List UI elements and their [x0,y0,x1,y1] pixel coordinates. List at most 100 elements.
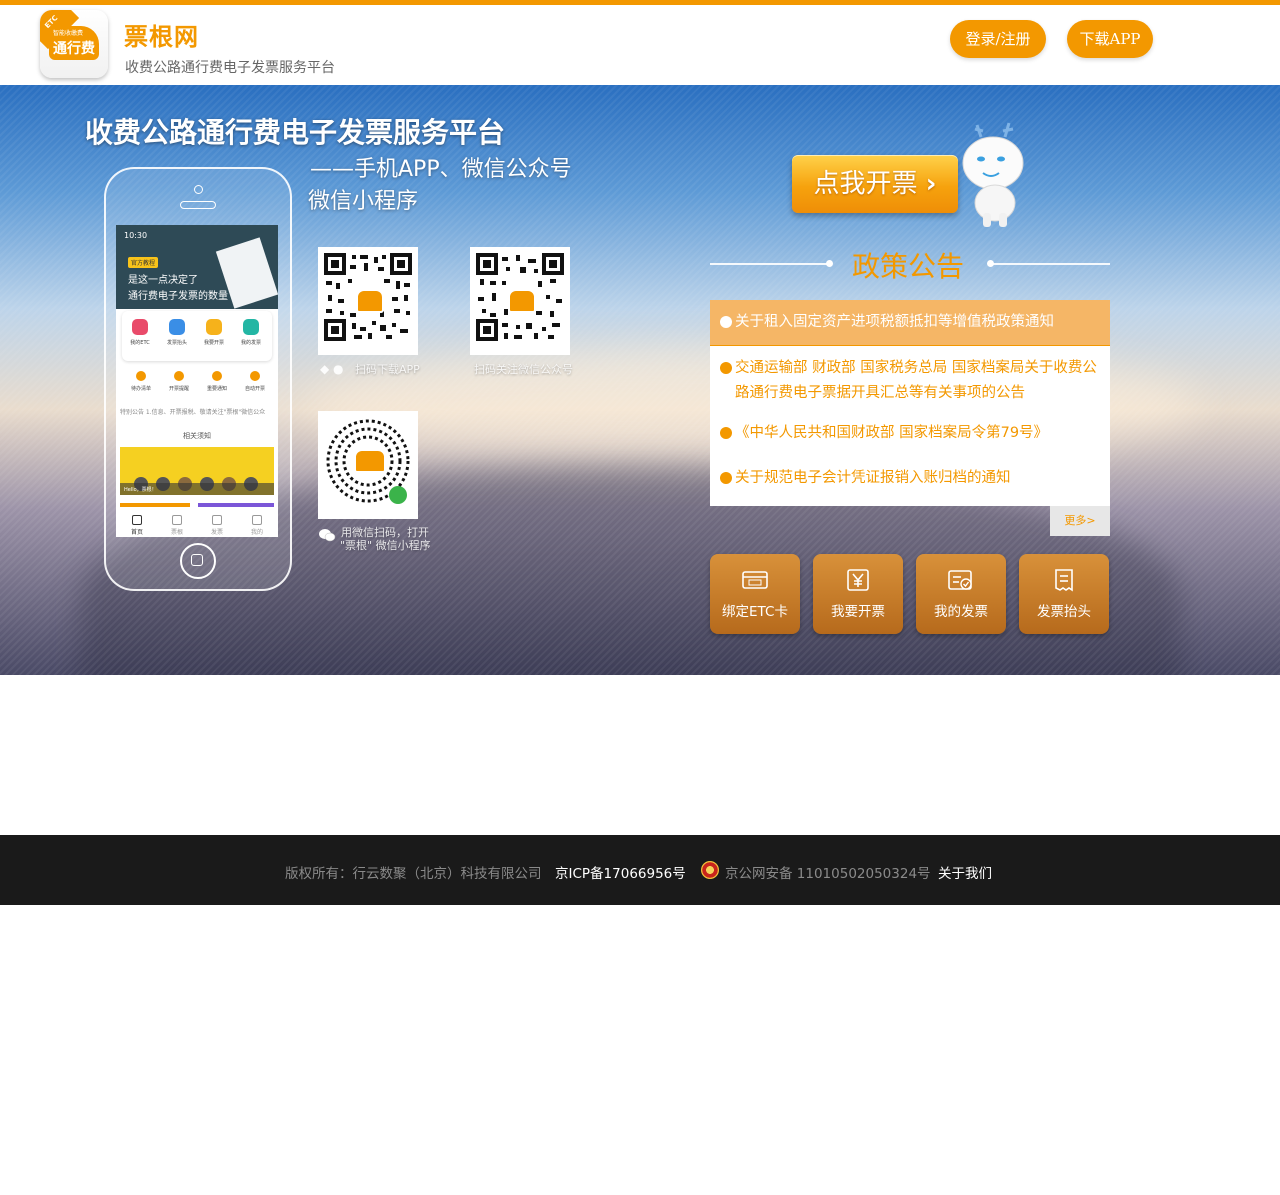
icon-label: 待办清单 [130,386,151,392]
notice-icon [212,371,222,381]
screen-headline-2: 通行费电子发票的数量 [128,291,228,302]
news-title: 关于规范电子会计凭证报销入账归档的通知 [735,470,1011,486]
user-icon [252,515,262,525]
site-header: ETC 智能收缴费 通行费 票根网 收费公路通行费电子发票服务平台 登录/注册 … [0,5,1280,85]
screen-icon-row-2: 待办清单 开票提醒 重要通知 自动开票 [122,367,272,401]
qr-center-logo [356,289,384,313]
nav-label: 发票 [210,529,223,536]
icon-label: 自动开票 [244,386,265,392]
policy-divider-dot [826,260,833,267]
site-footer: 版权所有：行云数聚（北京）科技有限公司 京ICP备17066956号 京公网安备… [0,835,1280,905]
invoice-title-icon [169,319,185,335]
issue-invoice-icon [206,319,222,335]
yuan-icon [847,569,869,591]
receipt-icon [1055,569,1073,592]
todo-icon [136,371,146,381]
reminder-icon [174,371,184,381]
icon-label: 我的ETC [130,340,150,346]
promo-bar-purple [198,503,274,507]
about-us-link[interactable]: 关于我们 [938,862,992,882]
icon-label: 我的发票 [240,340,261,346]
cta-label: 点我开票 [813,169,918,199]
home-icon [132,515,142,525]
bind-etc-card-button[interactable]: 绑定ETC卡 [710,554,800,634]
wechat-icon [319,529,336,542]
icon-label: 开票提醒 [168,386,189,392]
ticket-icon [172,515,182,525]
promo-bar-orange [120,503,190,507]
action-label: 我的发票 [934,604,988,620]
action-label: 发票抬头 [1037,604,1091,620]
qr-center-logo [354,449,386,473]
nav-label: 我的 [250,529,263,536]
news-item[interactable]: 关于租入固定资产进项税额抵扣等增值税政策通知 [710,300,1110,346]
promo-text: Hello，票根！ [124,487,157,493]
brand-subtitle: 收费公路通行费电子发票服务平台 [125,60,335,76]
app-download-qr [318,247,418,355]
download-app-button[interactable]: 下载APP [1067,20,1153,58]
banner-subtitle-2: 微信小程序 [308,189,419,214]
wechat-qr-caption: 扫码关注微信公众号 [474,363,573,376]
screen-time: 10:30 [124,231,148,240]
policy-section-title: 政策公告 [852,250,965,283]
policy-divider-right [990,263,1110,265]
news-item[interactable]: 《中华人民共和国财政部 国家档案局令第79号》 [710,410,1110,450]
nav-home: 首页 [122,515,152,536]
chevron-right-icon: › [925,169,937,199]
home-button-inner [191,554,203,566]
nav-invoice: 发票 [202,515,232,536]
news-item[interactable]: 交通运输部 财政部 国家税务总局 国家档案局关于收费公路通行费电子票据开具汇总等… [710,346,1110,406]
policy-divider-left [710,263,830,265]
police-badge-icon [701,861,719,879]
auto-invoice-icon [250,371,260,381]
mini-qr-caption-2: "票根" 微信小程序 [340,539,431,552]
phone-home-button [180,543,216,579]
screen-tag: 官方教程 [128,257,159,268]
screen-headline-1: 是这一点决定了 [128,275,198,286]
tollfee-logo[interactable]: ETC 智能收缴费 通行费 [40,10,108,78]
screen-hero: 10:30 官方教程 是这一点决定了 通行费电子发票的数量 [116,225,278,309]
my-invoice-icon [243,319,259,335]
mini-program-code [318,411,418,519]
cloud-icon: 智能收缴费 通行费 [49,26,99,60]
phone-camera [194,185,203,194]
icon-label: 发票抬头 [166,340,187,346]
login-register-button[interactable]: 登录/注册 [950,20,1046,58]
bullet-icon [720,427,732,439]
policy-news-list: 关于租入固定资产进项税额抵扣等增值税政策通知 交通运输部 财政部 国家税务总局 … [710,300,1110,506]
phone-screen: 10:30 官方教程 是这一点决定了 通行费电子发票的数量 我的ETC 发票抬头… [116,225,278,537]
news-title: 关于租入固定资产进项税额抵扣等增值税政策通知 [735,314,1054,330]
brand-title[interactable]: 票根网 [124,17,199,52]
banner-subtitle-1: ——手机APP、微信公众号 [310,157,572,182]
invoice-icon [212,515,222,525]
screen-related: 相关须知 [183,432,211,440]
invoice-check-icon [948,570,972,590]
more-news-link[interactable]: 更多> [1050,506,1110,536]
my-etc-icon [132,319,148,335]
screen-icon-grid: 我的ETC 发票抬头 我要开票 我的发票 [122,311,272,361]
logo-main-text: 通行费 [53,41,95,57]
nav-mine: 我的 [242,515,272,536]
news-title: 交通运输部 财政部 国家税务总局 国家档案局关于收费公路通行费电子票据开具汇总等… [735,360,1097,401]
my-invoices-button[interactable]: 我的发票 [916,554,1006,634]
copyright-text: 版权所有：行云数聚（北京）科技有限公司 [285,866,542,882]
android-apple-icon: ◆ ● [320,362,344,376]
etc-card-icon [742,571,768,589]
nav-label: 首页 [130,529,143,536]
invoice-title-button[interactable]: 发票抬头 [1019,554,1109,634]
phone-mockup: 10:30 官方教程 是这一点决定了 通行费电子发票的数量 我的ETC 发票抬头… [104,167,292,591]
icp-link[interactable]: 京ICP备17066956号 [555,862,686,882]
screen-bottom-nav: 首页 票根 发票 我的 [116,513,278,537]
qr-center-logo [508,289,536,313]
nav-label: 票根 [170,529,183,536]
app-qr-caption: 扫码下载APP [355,363,420,376]
action-label: 绑定ETC卡 [722,604,788,620]
icon-label: 重要通知 [206,386,227,392]
police-record-link[interactable]: 京公网安备 11010502050324号 [725,862,931,882]
issue-invoice-cta-button[interactable]: 点我开票 › [792,155,958,213]
issue-invoice-button[interactable]: 我要开票 [813,554,903,634]
news-item[interactable]: 关于规范电子会计凭证报销入账归档的通知 [710,456,1110,496]
deer-mascot-icon [962,122,1024,227]
bullet-icon [720,316,732,328]
icon-label: 我要开票 [203,340,224,346]
